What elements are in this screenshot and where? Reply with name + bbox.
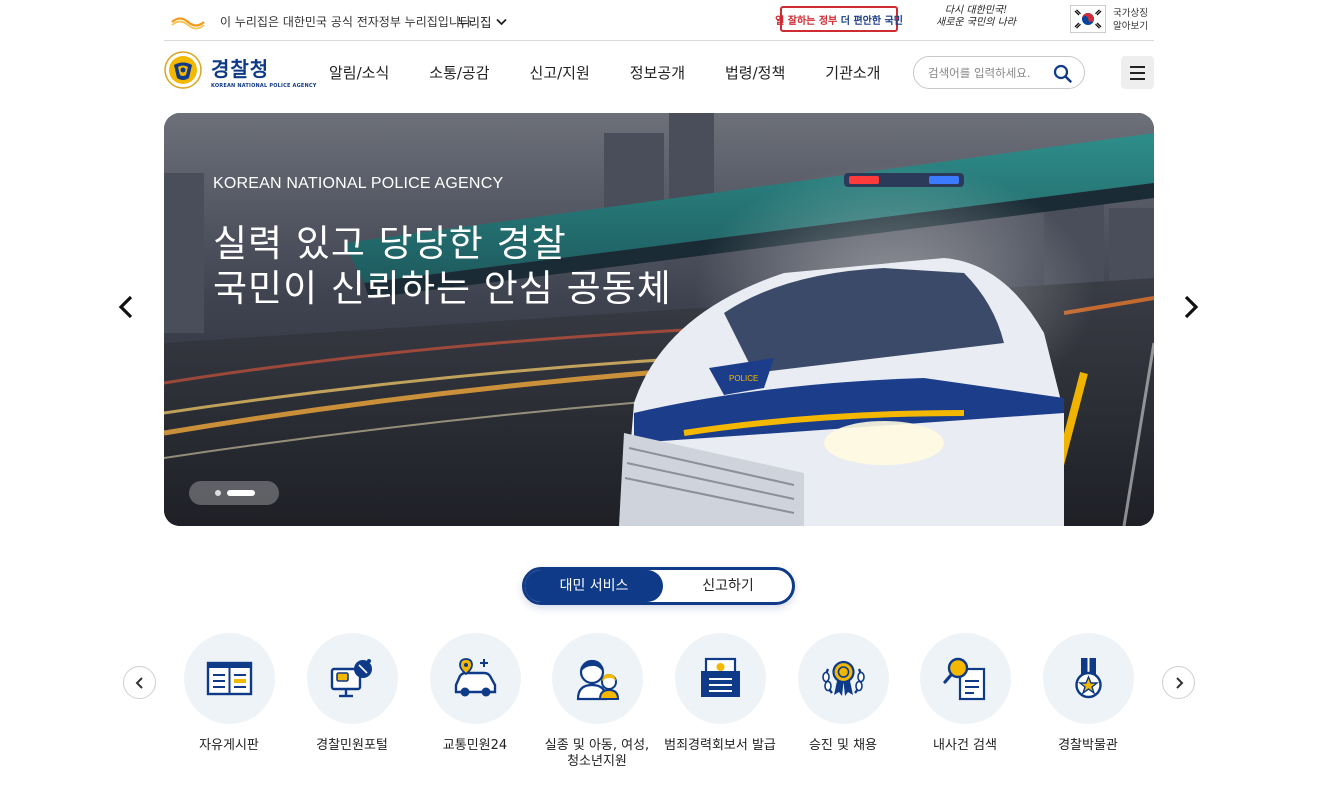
medal-wreath-icon (821, 660, 865, 696)
nav-item-notice[interactable]: 알림/소식 (329, 62, 389, 83)
hero-carousel: POLICE KOREAN NATIONAL POLICE AGENCY 실력 … (164, 113, 1154, 526)
carousel-dot-active[interactable] (227, 490, 255, 496)
national-symbol-line2: 알아보기 (1113, 21, 1148, 32)
search-input[interactable] (928, 64, 1046, 82)
museum-medal-icon (1074, 658, 1102, 699)
service-icon-circle (551, 633, 643, 724)
service-traffic[interactable]: 교통민원24 (415, 633, 535, 754)
service-label: 승진 및 채용 (808, 738, 878, 753)
brand-name-ko: 경찰청 (211, 57, 270, 81)
hero-next-arrow-icon[interactable] (1181, 294, 1201, 320)
services-prev-button[interactable] (123, 666, 156, 699)
service-bulletin-board[interactable]: 자유게시판 (169, 633, 289, 754)
national-symbol-line1: 국가상징 (1113, 8, 1148, 19)
hamburger-menu-icon[interactable] (1121, 56, 1154, 89)
service-criminal-record[interactable]: 범죄경력회보서 발급 (660, 633, 780, 754)
gov-notice-text: 이 누리집은 대한민국 공식 전자정부 누리집입니다. (220, 15, 475, 29)
service-missing-support[interactable]: 실종 및 아동, 여성, 청소년지원 (537, 633, 657, 770)
carousel-dot[interactable] (215, 490, 221, 496)
family-icon (576, 659, 619, 701)
tab-report[interactable]: 신고하기 (663, 570, 793, 602)
nav-item-report[interactable]: 신고/지원 (530, 62, 590, 83)
gov-site-dropdown[interactable]: 누리집 (457, 12, 507, 31)
service-icon-circle (1042, 633, 1134, 724)
service-icon-circle (797, 633, 889, 724)
search-box (913, 56, 1085, 89)
gov-banner: 이 누리집은 대한민국 공식 전자정부 누리집입니다. 누리집 일 잘하는 정부… (164, 0, 1154, 41)
nav-item-law-policy[interactable]: 법령/정책 (725, 62, 785, 83)
hero-title-line2: 국민이 신뢰하는 안심 공동체 (213, 267, 672, 310)
service-label: 실종 및 아동, 여성, 청소년지원 (544, 738, 650, 769)
service-label: 내사건 검색 (933, 738, 997, 753)
service-label: 자유게시판 (199, 738, 259, 753)
search-icon[interactable] (1053, 64, 1072, 83)
service-case-search[interactable]: 내사건 검색 (905, 633, 1025, 754)
calligraphy-slogan[interactable]: 다시 대한민국! 새로운 국민의 나라 (932, 5, 1020, 29)
civil-portal-icon (330, 659, 372, 698)
nav-item-about[interactable]: 기관소개 (825, 62, 880, 83)
car-emblem-text: POLICE (729, 374, 758, 383)
main-nav: 알림/소식 소통/공감 신고/지원 정보공개 법령/정책 기관소개 (329, 62, 920, 83)
slogan2-line2: 새로운 국민의 나라 (936, 17, 1016, 28)
document-search-icon (942, 657, 985, 701)
service-label: 경찰박물관 (1058, 738, 1118, 753)
traffic-car-icon (454, 658, 496, 697)
gov-slogan-banner[interactable]: 일 잘하는 정부 더 편안한 국민 (775, 6, 903, 32)
services-next-button[interactable] (1162, 666, 1195, 699)
brand-name-en: KOREAN NATIONAL POLICE AGENCY (211, 83, 317, 89)
nav-item-communication[interactable]: 소통/공감 (429, 62, 489, 83)
service-icon-circle (919, 633, 1011, 724)
service-civil-portal[interactable]: 경찰민원포털 (292, 633, 412, 754)
certificate-icon (700, 657, 740, 697)
slogan-part-2: 더 (840, 15, 850, 27)
gov-dropdown-label: 누리집 (457, 15, 492, 30)
service-icon-circle (674, 633, 766, 724)
chevron-right-icon (1176, 677, 1184, 689)
service-icon-circle (429, 633, 521, 724)
brand-logo[interactable]: 경찰청 KOREAN NATIONAL POLICE AGENCY (211, 53, 317, 89)
service-icon-circle (183, 633, 275, 724)
national-symbol-link[interactable]: 국가상징 알아보기 (1113, 7, 1148, 33)
carousel-pager (189, 481, 279, 505)
site-header: 경찰청 KOREAN NATIONAL POLICE AGENCY 알림/소식 … (164, 41, 1154, 105)
slogan-part-3: 편안한 국민 (853, 15, 903, 27)
egov-logo-icon (171, 17, 205, 30)
service-label: 경찰민원포털 (316, 738, 388, 753)
service-label: 범죄경력회보서 발급 (664, 738, 776, 753)
hero-subtitle: KOREAN NATIONAL POLICE AGENCY (213, 175, 504, 192)
chevron-down-icon (495, 18, 507, 25)
tab-civil-service[interactable]: 대민 서비스 (525, 570, 663, 602)
service-label: 교통민원24 (442, 738, 508, 753)
chevron-left-icon (135, 677, 143, 689)
police-emblem-icon[interactable] (164, 51, 202, 89)
taegukgi-flag-icon[interactable] (1070, 5, 1106, 33)
service-police-museum[interactable]: 경찰박물관 (1028, 633, 1148, 754)
service-promotion-recruit[interactable]: 승진 및 채용 (783, 633, 903, 754)
nav-item-info-disclosure[interactable]: 정보공개 (630, 62, 685, 83)
slogan-part-1: 일 잘하는 정부 (775, 15, 838, 27)
hero-prev-arrow-icon[interactable] (116, 294, 136, 320)
slogan2-line1: 다시 대한민국! (944, 5, 1008, 16)
service-tabs: 대민 서비스 신고하기 (522, 567, 795, 605)
service-icon-circle (306, 633, 398, 724)
bulletin-board-icon (206, 661, 252, 696)
